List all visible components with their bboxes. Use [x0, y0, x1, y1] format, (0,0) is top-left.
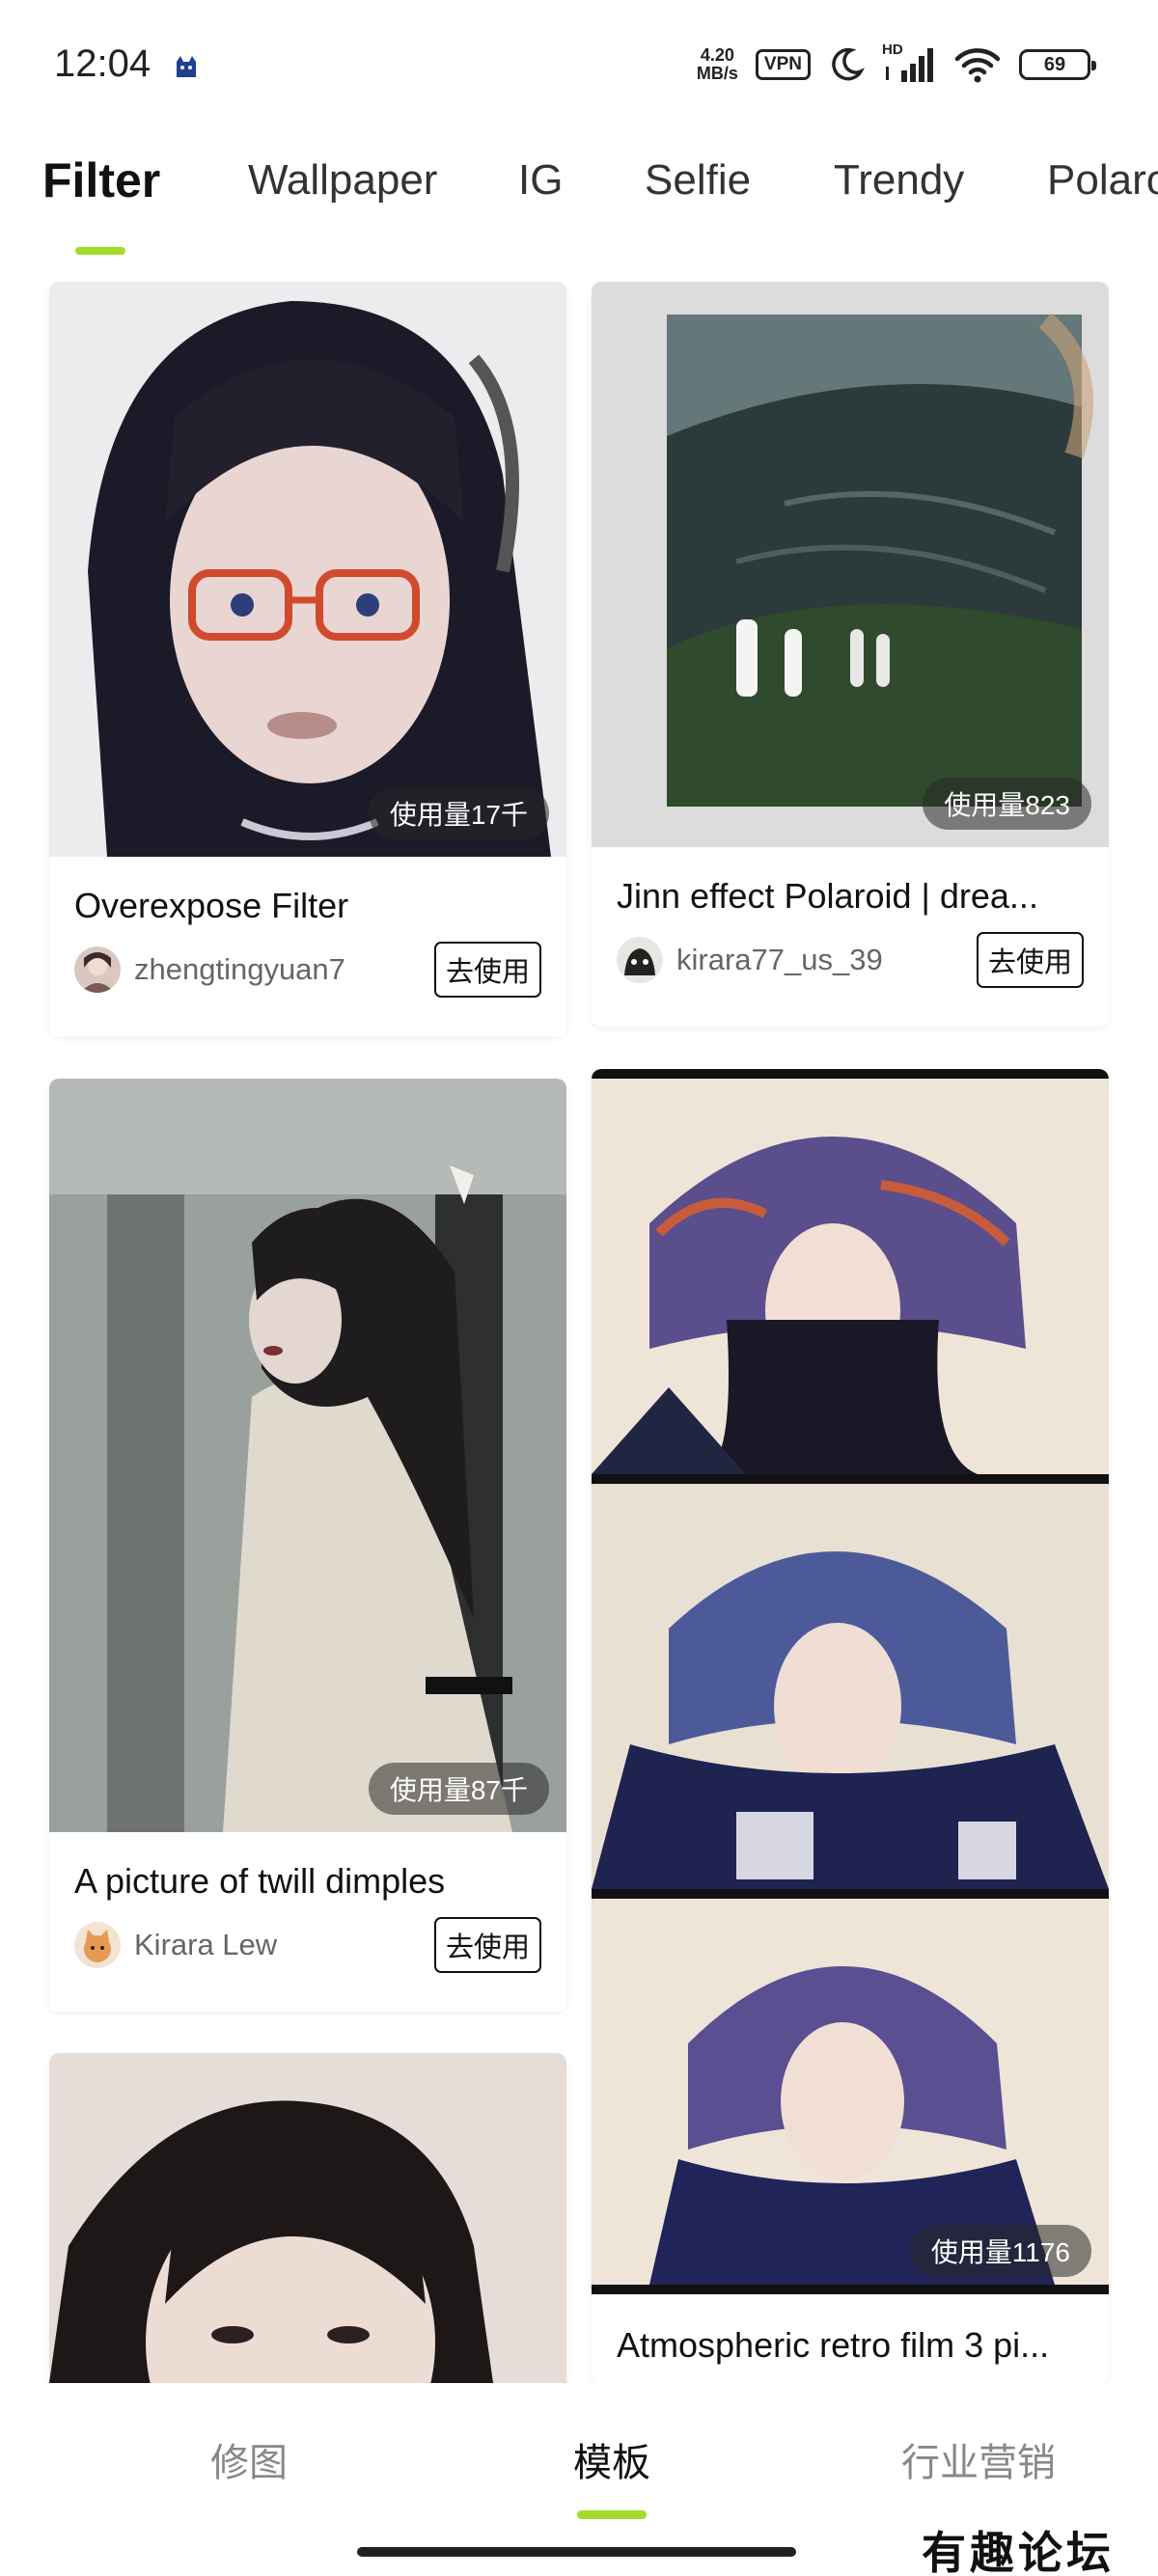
- avatar[interactable]: [74, 1922, 121, 1968]
- moon-icon: [832, 47, 865, 81]
- template-thumbnail[interactable]: 使用量1176: [592, 1069, 1109, 2294]
- author-row: Kirara Lew 去使用: [74, 1917, 541, 1973]
- watermark: 有趣论坛: [922, 2527, 1115, 2576]
- bottom-nav: 修图 模板 行业营销 有趣论坛: [0, 2383, 1158, 2576]
- nav-edit-photo[interactable]: 修图: [210, 2431, 288, 2487]
- film-strip-image: [592, 1069, 1109, 2294]
- network-speed-value: 4.20: [700, 45, 734, 65]
- template-thumbnail[interactable]: 使用量87千: [49, 1079, 566, 1832]
- usage-count-badge: 使用量1176: [909, 2225, 1091, 2277]
- tab-filter[interactable]: Filter: [42, 152, 160, 208]
- author-row: zhengtingyuan7 去使用: [74, 942, 541, 998]
- active-nav-indicator: [577, 2510, 647, 2519]
- usage-count-badge: 使用量17千: [368, 787, 549, 839]
- portrait-image: [49, 2053, 566, 2383]
- portrait-image: [49, 1079, 566, 1832]
- author-name[interactable]: zhengtingyuan7: [134, 952, 434, 987]
- tab-trendy[interactable]: Trendy: [834, 156, 964, 205]
- portrait-image: [49, 282, 566, 857]
- template-thumbnail[interactable]: 使用量823: [592, 282, 1109, 847]
- network-speed: 4.20 MB/s: [697, 46, 738, 83]
- template-card[interactable]: 使用量1176 Atmospheric retro film 3 pi...: [592, 1069, 1109, 2383]
- status-bar: 12:04 4.20 MB/s VPN HD 69: [0, 0, 1158, 135]
- wifi-icon: [954, 48, 1001, 83]
- template-card[interactable]: 使用量87千 A picture of twill dimples Kirara…: [49, 1079, 566, 2012]
- tab-wallpaper[interactable]: Wallpaper: [248, 156, 437, 205]
- template-card[interactable]: 使用量823 Jinn effect Polaroid | drea... ki…: [592, 282, 1109, 1027]
- usage-count-badge: 使用量87千: [368, 1763, 549, 1815]
- tab-selfie[interactable]: Selfie: [645, 156, 751, 205]
- battery-level: 69: [1043, 53, 1066, 75]
- usage-count-badge: 使用量823: [923, 778, 1091, 830]
- use-template-button[interactable]: 去使用: [976, 932, 1084, 988]
- card-title: Overexpose Filter: [74, 886, 349, 925]
- cat-app-icon: [177, 56, 196, 77]
- card-title: Jinn effect Polaroid | drea...: [617, 876, 1038, 916]
- author-name[interactable]: kirara77_us_39: [676, 943, 977, 977]
- template-card[interactable]: [49, 2053, 566, 2383]
- use-template-button[interactable]: 去使用: [433, 942, 541, 998]
- cellular-signal-icon: HD: [882, 41, 936, 84]
- status-time: 12:04: [54, 42, 152, 85]
- avatar[interactable]: [617, 937, 663, 983]
- category-tabs: Filter Wallpaper IG Selfie Trendy Polaro…: [0, 135, 1158, 270]
- vpn-badge: VPN: [755, 49, 811, 80]
- card-title: Atmospheric retro film 3 pi...: [617, 2325, 1050, 2365]
- template-card[interactable]: 使用量17千 Overexpose Filter zhengtingyuan7 …: [49, 282, 566, 1036]
- template-thumbnail[interactable]: 使用量17千: [49, 282, 566, 857]
- home-indicator[interactable]: [357, 2547, 796, 2557]
- active-tab-indicator: [75, 247, 125, 255]
- polaroid-image: [592, 282, 1109, 847]
- nav-industry-marketing[interactable]: 行业营销: [901, 2431, 1056, 2487]
- author-name[interactable]: Kirara Lew: [134, 1928, 434, 1962]
- card-title: A picture of twill dimples: [74, 1861, 446, 1901]
- nav-templates[interactable]: 模板: [573, 2431, 650, 2487]
- author-row: kirara77_us_39 去使用: [617, 932, 1084, 988]
- avatar[interactable]: [74, 946, 121, 993]
- tab-ig[interactable]: IG: [518, 156, 563, 205]
- network-speed-unit: MB/s: [696, 64, 738, 83]
- status-icons: 4.20 MB/s VPN HD 69: [697, 41, 1096, 89]
- tab-polaroid[interactable]: Polaroid: [1047, 156, 1158, 205]
- use-template-button[interactable]: 去使用: [433, 1917, 541, 1973]
- battery-icon: 69: [1019, 49, 1096, 80]
- template-thumbnail[interactable]: [49, 2053, 566, 2383]
